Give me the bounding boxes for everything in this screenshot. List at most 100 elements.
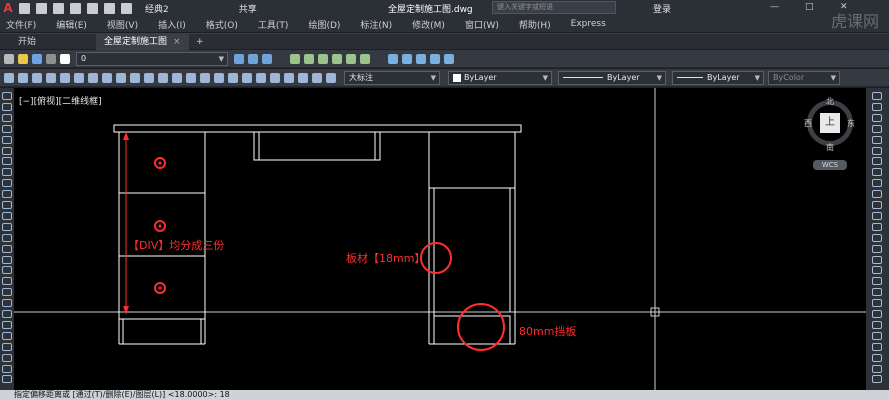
menu-item[interactable]: 标注(N) bbox=[360, 18, 392, 31]
draw-tool-icon[interactable] bbox=[2, 342, 12, 351]
draw-tool-icon[interactable] bbox=[2, 190, 12, 199]
modify-tool-icon[interactable] bbox=[872, 299, 882, 308]
continue-icon[interactable] bbox=[144, 73, 154, 83]
modify-tool-icon[interactable] bbox=[872, 277, 882, 286]
draw-tool-icon[interactable] bbox=[2, 364, 12, 373]
draw-tool-icon[interactable] bbox=[2, 211, 12, 220]
modify-tool-icon[interactable] bbox=[872, 266, 882, 275]
plotstyle-dropdown[interactable]: ByColor ▼ bbox=[768, 71, 840, 85]
dim-reassoc-icon[interactable] bbox=[312, 73, 322, 83]
menu-item[interactable]: 格式(O) bbox=[206, 18, 238, 31]
arc-length-icon[interactable] bbox=[32, 73, 42, 83]
tab-drawing[interactable]: 全屋定制施工图 × bbox=[96, 34, 189, 50]
maximize-icon[interactable]: □ bbox=[805, 2, 814, 12]
draw-tool-icon[interactable] bbox=[2, 102, 12, 111]
radius-icon[interactable] bbox=[60, 73, 70, 83]
modify-tool-icon[interactable] bbox=[872, 113, 882, 122]
draw-tool-icon[interactable] bbox=[2, 135, 12, 144]
menu-item[interactable]: 文件(F) bbox=[6, 18, 36, 31]
style-icon-4[interactable] bbox=[332, 54, 342, 64]
draw-tool-icon[interactable] bbox=[2, 375, 12, 384]
break-icon[interactable] bbox=[172, 73, 182, 83]
dim-override-icon[interactable] bbox=[298, 73, 308, 83]
save-icon[interactable] bbox=[53, 2, 64, 14]
draw-tool-icon[interactable] bbox=[2, 255, 12, 264]
draw-tool-icon[interactable] bbox=[2, 168, 12, 177]
draw-tool-icon[interactable] bbox=[2, 266, 12, 275]
modify-tool-icon[interactable] bbox=[872, 222, 882, 231]
layer-dropdown[interactable]: 0 ▼ bbox=[76, 52, 228, 66]
style-icon-5[interactable] bbox=[346, 54, 356, 64]
view-icon-2[interactable] bbox=[402, 54, 412, 64]
modify-tool-icon[interactable] bbox=[872, 146, 882, 155]
style-icon-6[interactable] bbox=[360, 54, 370, 64]
angular-icon[interactable] bbox=[102, 73, 112, 83]
app-logo[interactable]: A bbox=[0, 0, 16, 16]
aligned-dim-icon[interactable] bbox=[18, 73, 28, 83]
layer-properties-icon[interactable] bbox=[4, 54, 14, 64]
ordinate-icon[interactable] bbox=[46, 73, 56, 83]
menu-item[interactable]: 插入(I) bbox=[158, 18, 186, 31]
login-button[interactable]: 登录 bbox=[653, 2, 671, 15]
modify-tool-icon[interactable] bbox=[872, 135, 882, 144]
menu-item[interactable]: 编辑(E) bbox=[56, 18, 87, 31]
drawing-canvas[interactable]: [−][俯视][二维线框] 【DIV】均分成三份 板材【18mm】 80mm挡板… bbox=[14, 88, 866, 390]
lineweight-dropdown[interactable]: ByLayer ▼ bbox=[672, 71, 764, 85]
wcs-menu[interactable]: WCS bbox=[813, 160, 847, 170]
previous-layer-icon[interactable] bbox=[248, 54, 258, 64]
menu-item[interactable]: 视图(V) bbox=[107, 18, 138, 31]
line-icon[interactable] bbox=[4, 73, 14, 83]
dim-edit-icon[interactable] bbox=[242, 73, 252, 83]
menu-item[interactable]: 绘图(D) bbox=[308, 18, 340, 31]
modify-tool-icon[interactable] bbox=[872, 255, 882, 264]
modify-tool-icon[interactable] bbox=[872, 124, 882, 133]
layer-lock-icon[interactable] bbox=[46, 54, 56, 64]
modify-tool-icon[interactable] bbox=[872, 102, 882, 111]
menu-item[interactable]: 帮助(H) bbox=[519, 18, 551, 31]
draw-tool-icon[interactable] bbox=[2, 353, 12, 362]
dim-update-icon[interactable] bbox=[270, 73, 280, 83]
print-icon[interactable] bbox=[87, 2, 98, 14]
draw-tool-icon[interactable] bbox=[2, 233, 12, 242]
modify-tool-icon[interactable] bbox=[872, 92, 882, 100]
redo-icon[interactable] bbox=[121, 2, 132, 14]
compass-west[interactable]: 西 bbox=[804, 118, 812, 129]
linetype-dropdown[interactable]: ByLayer ▼ bbox=[558, 71, 666, 85]
style-icon-1[interactable] bbox=[290, 54, 300, 64]
workspace-selector[interactable]: 经典2 bbox=[145, 2, 169, 15]
draw-tool-icon[interactable] bbox=[2, 179, 12, 188]
draw-tool-icon[interactable] bbox=[2, 222, 12, 231]
diameter-icon[interactable] bbox=[88, 73, 98, 83]
modify-tool-icon[interactable] bbox=[872, 375, 882, 384]
center-mark-icon[interactable] bbox=[200, 73, 210, 83]
modify-tool-icon[interactable] bbox=[872, 190, 882, 199]
search-input[interactable]: 键入关键字或短语 bbox=[492, 1, 616, 14]
draw-tool-icon[interactable] bbox=[2, 244, 12, 253]
draw-tool-icon[interactable] bbox=[2, 92, 12, 100]
jogged-linear-icon[interactable] bbox=[228, 73, 238, 83]
view-icon-4[interactable] bbox=[430, 54, 440, 64]
modify-tool-icon[interactable] bbox=[872, 244, 882, 253]
modify-tool-icon[interactable] bbox=[872, 288, 882, 297]
modify-tool-icon[interactable] bbox=[872, 342, 882, 351]
modify-tool-icon[interactable] bbox=[872, 201, 882, 209]
dim-style-dropdown[interactable]: 大标注 ▼ bbox=[344, 71, 440, 85]
view-icon-5[interactable] bbox=[444, 54, 454, 64]
modify-tool-icon[interactable] bbox=[872, 168, 882, 177]
new-tab-button[interactable]: + bbox=[188, 34, 212, 50]
new-file-icon[interactable] bbox=[19, 2, 30, 14]
draw-tool-icon[interactable] bbox=[2, 113, 12, 122]
modify-tool-icon[interactable] bbox=[872, 211, 882, 220]
dim-ltype-icon[interactable] bbox=[326, 73, 336, 83]
draw-tool-icon[interactable] bbox=[2, 320, 12, 329]
draw-tool-icon[interactable] bbox=[2, 310, 12, 318]
style-icon-2[interactable] bbox=[304, 54, 314, 64]
draw-tool-icon[interactable] bbox=[2, 124, 12, 133]
tolerance-icon[interactable] bbox=[186, 73, 196, 83]
layer-isolate-icon[interactable] bbox=[262, 54, 272, 64]
dim-style-icon[interactable] bbox=[284, 73, 294, 83]
color-dropdown[interactable]: ByLayer ▼ bbox=[448, 71, 552, 85]
quick-dim-icon[interactable] bbox=[116, 73, 126, 83]
minimize-icon[interactable]: — bbox=[770, 2, 779, 12]
dim-text-edit-icon[interactable] bbox=[256, 73, 266, 83]
